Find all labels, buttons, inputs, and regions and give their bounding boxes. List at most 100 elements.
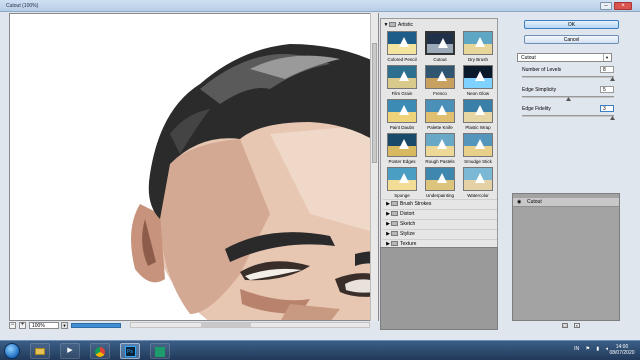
filter-thumbnail[interactable]: Paint Daubs bbox=[384, 99, 420, 133]
zoom-bar: − + 100% ▼ bbox=[9, 322, 129, 330]
filter-label: Paint Daubs bbox=[389, 125, 415, 130]
filter-thumbnail[interactable]: Fresco bbox=[422, 65, 458, 99]
param-value-input[interactable]: 8 bbox=[600, 66, 614, 73]
param-row: Edge Simplicity 5 bbox=[522, 86, 617, 105]
filter-label: Smudge Stick bbox=[464, 159, 492, 164]
category-label: Sketch bbox=[400, 221, 416, 227]
flag-icon[interactable]: ⚑ bbox=[585, 346, 589, 352]
category-row[interactable]: ▶ Sketch bbox=[383, 219, 497, 229]
ok-button[interactable]: OK bbox=[524, 20, 619, 29]
minimize-icon[interactable]: – bbox=[600, 2, 612, 10]
clock-date: 08/07/2020 bbox=[609, 350, 635, 356]
language-indicator[interactable]: IN bbox=[574, 346, 579, 352]
param-value-input[interactable]: 3 bbox=[600, 105, 614, 112]
filter-preview-image bbox=[387, 99, 417, 123]
delete-effect-layer-icon[interactable]: ▪ bbox=[574, 323, 580, 328]
start-button[interactable] bbox=[4, 343, 20, 359]
folder-icon bbox=[391, 221, 398, 227]
filter-thumbnail[interactable]: Plastic Wrap bbox=[460, 99, 496, 133]
sailboat-icon bbox=[437, 173, 447, 183]
scroll-thumb[interactable] bbox=[201, 323, 251, 327]
eye-icon[interactable]: ◉ bbox=[517, 198, 521, 207]
zoom-out-button[interactable]: − bbox=[9, 322, 16, 329]
zoom-in-button[interactable]: + bbox=[19, 322, 26, 329]
sailboat-icon bbox=[437, 105, 447, 115]
category-list: ▶ Brush Strokes ▶ Distort ▶ Sketch ▶ Stylize ▶ Te… bbox=[383, 199, 497, 249]
folder-icon bbox=[391, 231, 398, 237]
folder-icon bbox=[391, 211, 398, 217]
filter-thumbnail[interactable]: Rough Pastels bbox=[422, 133, 458, 167]
cutout-portrait bbox=[10, 14, 378, 320]
effect-layer-row[interactable]: ◉ Cutout bbox=[513, 198, 619, 207]
filter-label: Plastic Wrap bbox=[465, 125, 491, 130]
scroll-thumb[interactable] bbox=[372, 43, 377, 163]
filter-thumbnail[interactable]: Film Grain bbox=[384, 65, 420, 99]
new-effect-layer-icon[interactable]: □ bbox=[562, 323, 568, 328]
filter-thumbnail[interactable]: Watercolor bbox=[460, 167, 496, 201]
filter-preview-image bbox=[387, 65, 417, 89]
preview-canvas[interactable] bbox=[9, 13, 379, 321]
chrome-icon[interactable] bbox=[90, 343, 110, 359]
filter-thumbnail[interactable]: Neon Glow bbox=[460, 65, 496, 99]
slider-track[interactable] bbox=[522, 115, 614, 117]
filter-preview-image bbox=[387, 31, 417, 55]
sailboat-icon bbox=[437, 139, 447, 149]
category-artistic[interactable]: ▼ Artistic bbox=[383, 21, 495, 29]
app-icon[interactable] bbox=[150, 343, 170, 359]
filter-thumbnail[interactable]: Poster Edges bbox=[384, 133, 420, 167]
filter-thumbnail[interactable]: Smudge Stick bbox=[460, 133, 496, 167]
filter-label: Dry Brush bbox=[467, 57, 488, 62]
cancel-button[interactable]: Cancel bbox=[524, 35, 619, 44]
file-explorer-icon[interactable] bbox=[30, 343, 50, 359]
filter-preview-image bbox=[425, 99, 455, 123]
category-label: Artistic bbox=[398, 22, 413, 28]
filter-label: Neon Glow bbox=[466, 91, 490, 96]
clock[interactable]: 14:00 08/07/2020 bbox=[608, 344, 636, 356]
filter-preview-image bbox=[425, 167, 455, 191]
param-value-input[interactable]: 5 bbox=[600, 86, 614, 93]
filter-select[interactable]: Cutout ▼ bbox=[517, 53, 612, 62]
slider-track[interactable] bbox=[522, 96, 614, 98]
sailboat-icon bbox=[399, 71, 409, 81]
close-icon[interactable]: × bbox=[614, 2, 632, 10]
photoshop-icon[interactable]: Ps bbox=[120, 343, 140, 359]
filter-label: Poster Edges bbox=[388, 159, 416, 164]
sailboat-icon bbox=[399, 173, 409, 183]
sailboat-icon bbox=[475, 37, 485, 47]
zoom-value[interactable]: 100% bbox=[29, 322, 59, 329]
filter-thumbnail[interactable]: Dry Brush bbox=[460, 31, 496, 65]
preview-vertical-scrollbar[interactable] bbox=[370, 13, 378, 321]
preview-horizontal-scrollbar[interactable] bbox=[130, 322, 370, 328]
media-player-icon[interactable]: ▶ bbox=[60, 343, 80, 359]
filter-preview-image bbox=[387, 133, 417, 157]
sailboat-icon bbox=[475, 139, 485, 149]
folder-icon bbox=[391, 241, 398, 247]
zoom-dropdown-icon[interactable]: ▼ bbox=[61, 322, 68, 329]
filter-select-value: Cutout bbox=[521, 55, 536, 61]
category-row[interactable]: ▶ Distort bbox=[383, 209, 497, 219]
layer-name: Cutout bbox=[527, 199, 542, 205]
category-label: Distort bbox=[400, 211, 415, 217]
param-row: Number of Levels 8 bbox=[522, 66, 617, 85]
filter-thumbnail[interactable]: Palette Knife bbox=[422, 99, 458, 133]
gallery-empty-area bbox=[380, 247, 498, 330]
filter-label: Cutout bbox=[433, 57, 447, 62]
slider-track[interactable] bbox=[522, 76, 614, 78]
filter-preview-image bbox=[425, 133, 455, 157]
category-label: Stylize bbox=[400, 231, 415, 237]
filter-thumbnail[interactable]: Cutout bbox=[422, 31, 458, 65]
filter-label: Colored Pencil bbox=[387, 57, 417, 62]
category-row[interactable]: ▶ Brush Strokes bbox=[383, 199, 497, 209]
filter-thumbnail[interactable]: Colored Pencil bbox=[384, 31, 420, 65]
param-row: Edge Fidelity 3 bbox=[522, 105, 617, 124]
filter-thumbnail[interactable]: Sponge bbox=[384, 167, 420, 201]
filter-preview-image bbox=[463, 99, 493, 123]
sailboat-icon bbox=[475, 71, 485, 81]
param-label: Edge Fidelity bbox=[522, 106, 551, 112]
network-icon[interactable]: ▮ bbox=[596, 346, 599, 352]
filter-preview-image bbox=[425, 65, 455, 89]
filter-label: Underpainting bbox=[425, 193, 455, 198]
category-row[interactable]: ▶ Stylize bbox=[383, 229, 497, 239]
filter-thumbnail[interactable]: Underpainting bbox=[422, 167, 458, 201]
chevron-down-icon: ▼ bbox=[603, 54, 610, 61]
